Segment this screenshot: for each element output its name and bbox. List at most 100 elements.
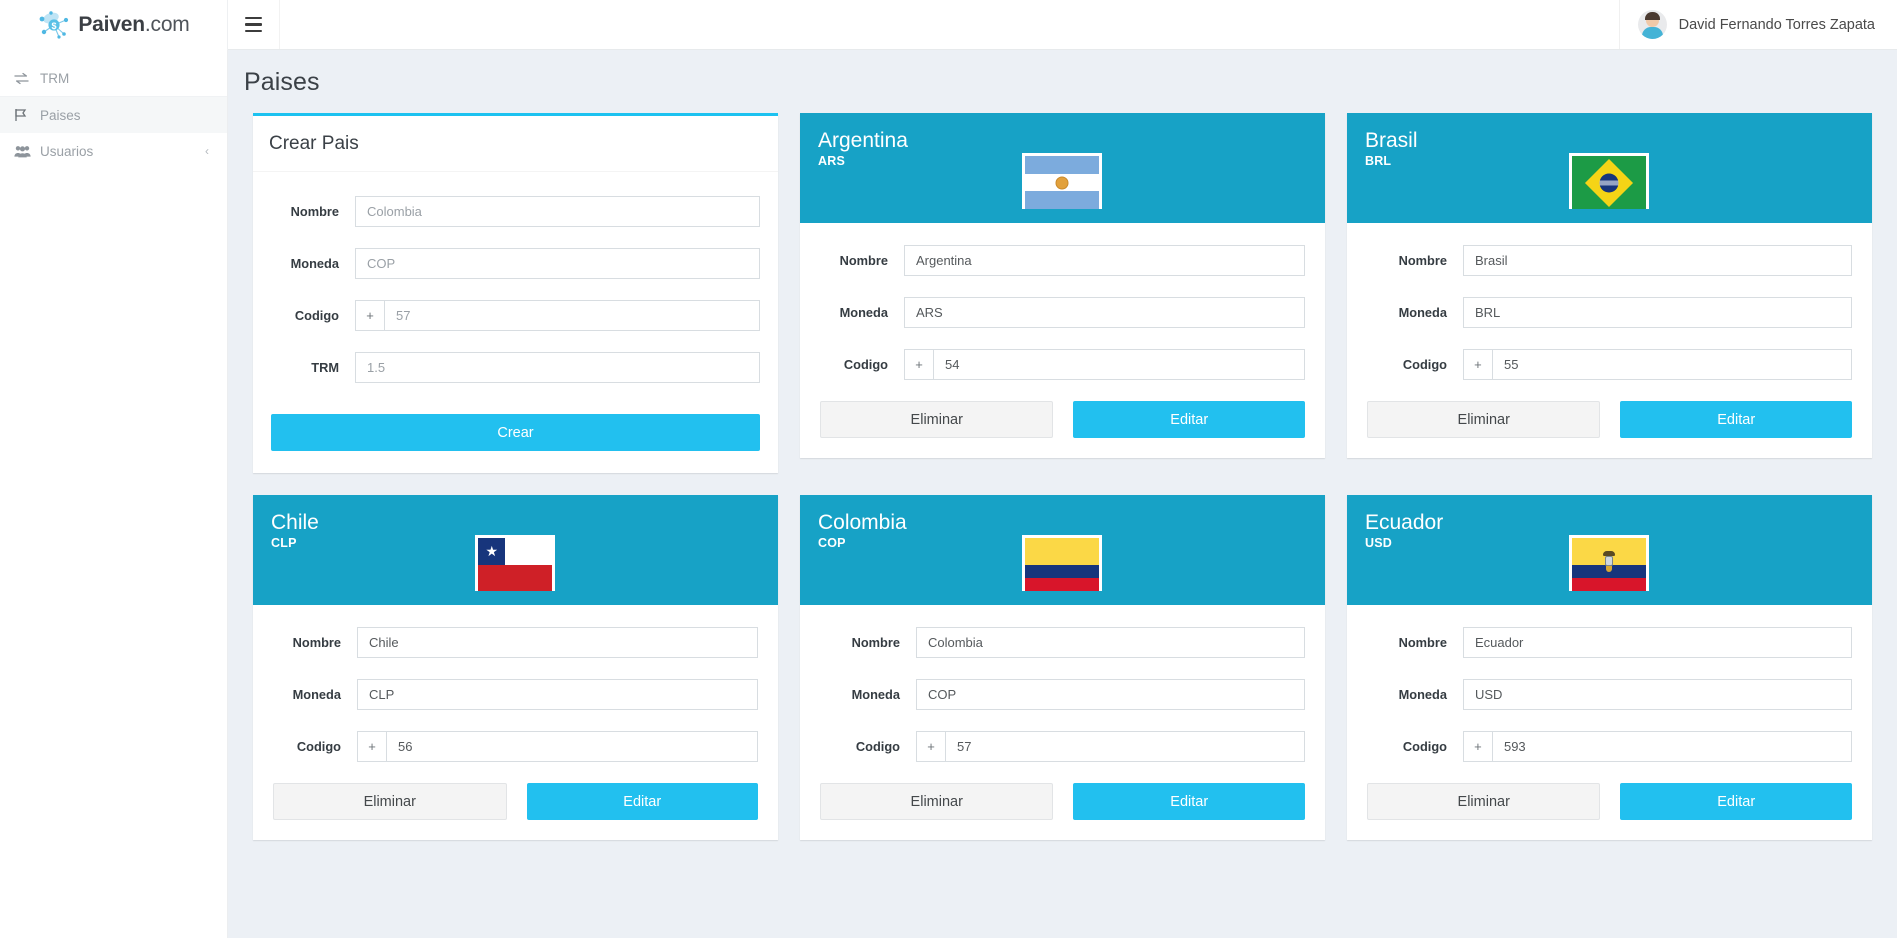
grid-column: Brasil BRL Nombre Brasil Moneda BRL Codi… [1336, 113, 1883, 495]
eliminar-button[interactable]: Eliminar [1366, 783, 1601, 820]
users-icon [14, 145, 40, 158]
sidebar-item-usuarios[interactable]: Usuarios ‹ [0, 133, 227, 169]
codigo-input[interactable] [944, 731, 1305, 762]
codigo-plus-addon: + [1462, 731, 1492, 762]
brand-name-suffix: .com [144, 13, 190, 36]
editar-button[interactable]: Editar [1073, 401, 1305, 438]
country-name: Ecuador [1364, 511, 1444, 534]
country-card-body: Nombre Moneda [1347, 605, 1872, 840]
page-title: Paises [244, 68, 320, 96]
form-control-moneda [1462, 679, 1852, 710]
codigo-plus-addon: + [903, 349, 933, 380]
form-row-nombre: Nombre [820, 627, 1305, 658]
moneda-input[interactable] [915, 679, 1305, 710]
brand-logo[interactable]: $ Paiven.com [0, 0, 228, 50]
form-control-moneda [903, 297, 1305, 328]
codigo-input[interactable] [1491, 349, 1852, 380]
flag-icon [14, 108, 40, 122]
moneda-input[interactable] [355, 248, 760, 279]
codigo-input[interactable] [932, 349, 1305, 380]
ecuador-flag-icon [1569, 535, 1650, 591]
create-card-header: Crear Pais [253, 116, 778, 172]
colombia-flag-icon [1022, 535, 1103, 591]
editar-button[interactable]: Editar [1073, 783, 1305, 820]
form-control-codigo: + [1462, 731, 1852, 762]
country-card-brasil: Brasil BRL Nombre Brasil Moneda BRL Codi… [1346, 113, 1872, 458]
form-control-moneda [1462, 297, 1852, 328]
form-label-moneda: Moneda [290, 256, 339, 271]
sidebar-item-label: Paises [40, 107, 81, 123]
form-row-nombre: Nombre [820, 245, 1305, 276]
form-control-codigo: + [1462, 349, 1852, 380]
editar-button[interactable]: Editar [1620, 401, 1852, 438]
form-control-codigo: + [357, 731, 758, 762]
eliminar-button[interactable]: Eliminar [1366, 401, 1601, 438]
grid-column: Chile CLP ★ [242, 495, 789, 862]
codigo-input[interactable] [386, 731, 758, 762]
form-row-moneda: Moneda [1367, 297, 1852, 328]
form-label-moneda: Moneda [292, 687, 341, 702]
app-root: $ Paiven.com David Fernando Torres Zapat… [0, 0, 1897, 938]
form-row-codigo: Codigo + [820, 349, 1305, 380]
paiven-network-logo-icon: $ [37, 10, 71, 40]
codigo-plus-addon: + [915, 731, 945, 762]
country-card-colombia: Colombia COP Nombre Colombia Moneda COP … [799, 495, 1325, 840]
nombre-input[interactable] [915, 627, 1305, 658]
avatar-body [1641, 27, 1663, 39]
nombre-input[interactable] [355, 196, 760, 227]
top-navbar: $ Paiven.com David Fernando Torres Zapat… [0, 0, 1897, 50]
codigo-input[interactable] [1491, 731, 1852, 762]
country-card-argentina: Argentina ARS Nombre Argentina Moneda AR… [799, 113, 1325, 458]
form-row-codigo: Codigo + [820, 731, 1305, 762]
nombre-input[interactable] [1462, 245, 1852, 276]
exchange-icon [14, 72, 40, 85]
country-card-body: Nombre Moneda [800, 223, 1325, 458]
hamburger-icon[interactable] [228, 0, 280, 49]
form-control-nombre [1462, 245, 1852, 276]
country-card-header: Chile CLP ★ [253, 495, 778, 605]
moneda-input[interactable] [1462, 297, 1852, 328]
user-menu[interactable]: David Fernando Torres Zapata [1618, 0, 1897, 49]
nombre-input[interactable] [903, 245, 1305, 276]
editar-button[interactable]: Editar [526, 783, 758, 820]
create-button-wrapper: Crear [271, 404, 760, 451]
sidebar-item-trm[interactable]: TRM [0, 60, 227, 96]
form-label-moneda: Moneda [1398, 305, 1447, 320]
country-name: Argentina [817, 129, 908, 152]
form-row-nombre: Nombre [271, 196, 760, 227]
form-label-nombre: Nombre [1398, 253, 1447, 268]
country-card-body: Nombre Moneda [253, 605, 778, 840]
crear-button[interactable]: Crear [271, 414, 760, 451]
nombre-input[interactable] [1462, 627, 1852, 658]
form-row-moneda: Moneda [820, 297, 1305, 328]
create-country-card: Crear Pais Nombre Moneda [253, 113, 778, 473]
form-label-moneda: Moneda [1398, 687, 1447, 702]
svg-text:$: $ [52, 21, 57, 31]
sidebar-item-paises[interactable]: Paises [0, 97, 227, 133]
moneda-input[interactable] [903, 297, 1305, 328]
trm-input[interactable] [355, 352, 760, 383]
chevron-left-icon: ‹ [205, 144, 209, 158]
form-control-codigo: + [355, 300, 760, 331]
form-label-codigo: Codigo [843, 357, 888, 372]
form-row-codigo: Codigo + [1367, 731, 1852, 762]
codigo-plus-addon: + [357, 731, 386, 762]
form-row-moneda: Moneda [1367, 679, 1852, 710]
nombre-input[interactable] [357, 627, 758, 658]
chile-flag-icon: ★ [475, 535, 556, 591]
moneda-input[interactable] [357, 679, 758, 710]
form-row-nombre: Nombre [273, 627, 758, 658]
eliminar-button[interactable]: Eliminar [819, 783, 1054, 820]
eliminar-button[interactable]: Eliminar [819, 401, 1054, 438]
moneda-input[interactable] [1462, 679, 1852, 710]
form-label-codigo: Codigo [296, 739, 341, 754]
editar-button[interactable]: Editar [1620, 783, 1852, 820]
form-control-nombre [355, 196, 760, 227]
country-card-header: Ecuador USD [1346, 495, 1872, 605]
form-row-trm: TRM [271, 352, 760, 383]
create-card-body: Nombre Moneda [253, 172, 778, 473]
codigo-input[interactable] [384, 300, 760, 331]
eliminar-button[interactable]: Eliminar [273, 783, 507, 820]
avatar-hair [1644, 12, 1660, 20]
form-label-moneda: Moneda [839, 305, 888, 320]
